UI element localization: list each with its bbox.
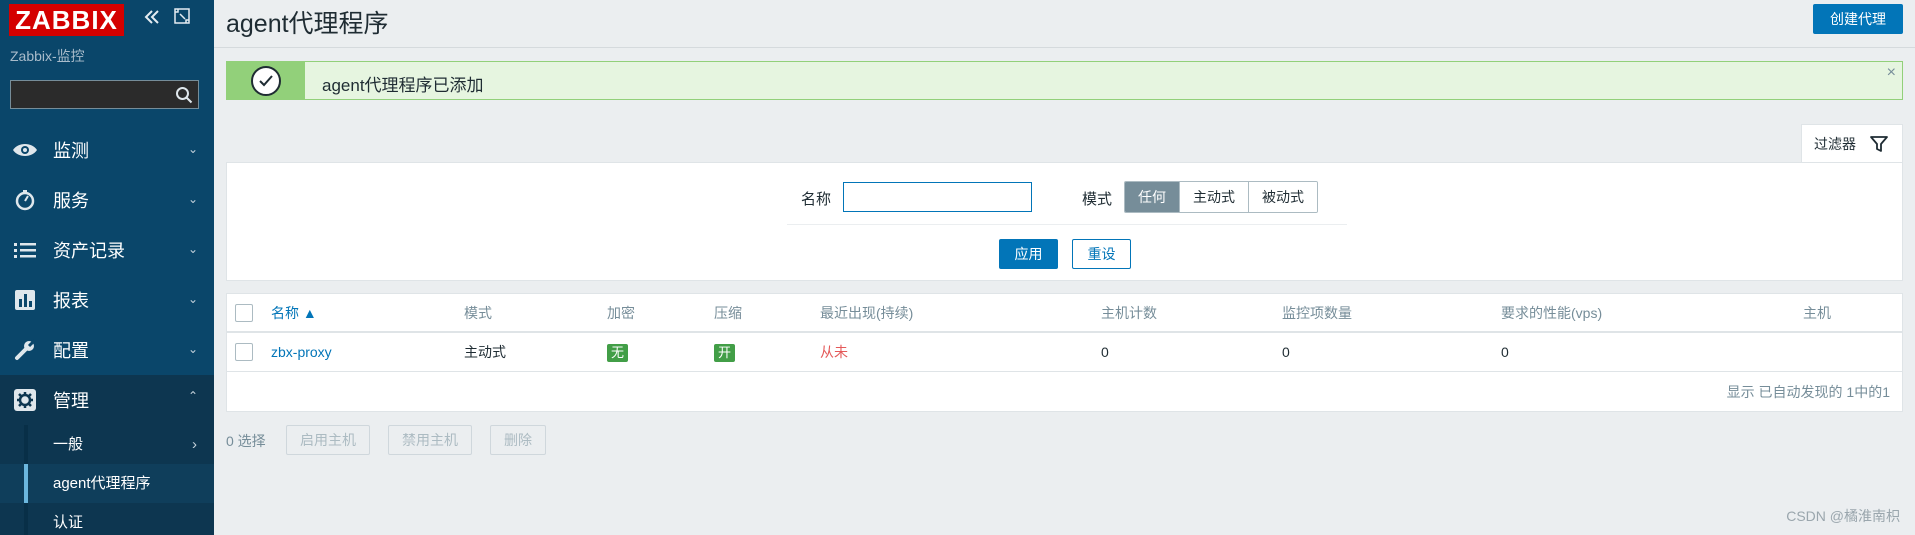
filter-panel: 名称 模式 任何 主动式 被动式 应用 重设 [226,162,1903,281]
administration-submenu: 一般 › agent代理程序 认证 [0,425,214,535]
menu-item-label: 报表 [53,291,89,311]
mode-option-any[interactable]: 任何 [1125,182,1180,212]
column-header-required-performance: 要求的性能(vps) [1501,305,1603,321]
reset-button[interactable]: 重设 [1072,239,1131,269]
kiosk-mode-icon[interactable] [174,8,190,27]
success-message: agent代理程序已添加 × [226,61,1903,100]
gear-icon [12,387,38,413]
menu-item-services[interactable]: 服务 ⌄ [0,175,214,225]
table-row: zbx-proxy 主动式 无 开 从未 0 0 0 [227,333,1902,372]
chevron-down-icon: ⌄ [187,242,198,256]
mode-option-passive[interactable]: 被动式 [1249,182,1317,212]
zabbix-logo[interactable]: ZABBIX [9,4,124,36]
name-filter-input[interactable] [843,182,1032,212]
chevron-down-icon: ⌄ [187,192,198,206]
column-header-hosts: 主机 [1803,305,1831,321]
filter-tab[interactable]: 过滤器 [1801,124,1903,163]
menu-item-reports[interactable]: 报表 ⌄ [0,275,214,325]
encryption-badge: 无 [607,344,629,363]
required-performance-value: 0 [1501,344,1509,360]
filter-divider [787,224,1347,225]
stopwatch-icon [12,187,38,213]
row-checkbox[interactable] [235,343,253,361]
close-icon[interactable]: × [1887,64,1896,82]
watermark: CSDN @橘淮南枳 [1786,508,1900,524]
eye-icon [12,137,38,163]
chevron-down-icon: ⌄ [187,292,198,306]
menu-item-label: 监测 [53,141,89,161]
proxies-table: 名称 ▲ 模式 加密 压缩 最近出现(持续) 主机计数 监控项数量 要求的性能(… [226,293,1903,412]
mode-segmented-control: 任何 主动式 被动式 [1124,181,1318,213]
server-name: Zabbix-监控 [10,48,85,64]
column-header-host-count: 主机计数 [1101,305,1157,321]
column-header-encryption: 加密 [607,305,635,321]
submenu-item-label: 认证 [53,514,84,531]
name-label: 名称 [801,191,832,208]
item-count-value: 0 [1282,344,1290,360]
menu-item-label: 管理 [53,391,89,411]
main-menu: 监测 ⌄ 服务 ⌄ 资产记录 ⌄ 报表 ⌄ 配置 ⌄ 管理 ⌃ [0,125,214,425]
create-proxy-button[interactable]: 创建代理 [1813,4,1903,34]
submenu-item-general[interactable]: 一般 › [0,425,214,464]
column-header-name[interactable]: 名称 ▲ [271,294,317,333]
delete-button[interactable]: 删除 [490,425,546,455]
menu-item-label: 服务 [53,191,89,211]
mode-label: 模式 [1082,191,1113,208]
page-title: agent代理程序 [226,10,389,38]
last-seen-value: 从未 [820,344,848,360]
column-header-compression: 压缩 [714,305,742,321]
compression-cell: 开 [714,333,736,372]
menu-item-label: 配置 [53,341,89,361]
selected-count: 0 选择 [226,433,266,449]
encryption-cell: 无 [607,333,629,372]
column-header-mode: 模式 [464,305,492,321]
enable-hosts-button[interactable]: 启用主机 [286,425,370,455]
column-header-last-seen: 最近出现(持续) [820,305,914,321]
chevron-right-icon: › [192,436,197,453]
funnel-icon [1869,134,1889,154]
sidebar-search-input[interactable] [10,80,199,109]
table-paging-summary: 显示 已自动发现的 1中的1 [1726,384,1890,400]
filter-tab-label: 过滤器 [1814,136,1856,152]
menu-item-label: 资产记录 [53,241,125,261]
chevron-down-icon: ⌄ [187,342,198,356]
wrench-icon [12,337,38,363]
chevron-down-icon: ⌄ [187,142,198,156]
message-text: agent代理程序已添加 [322,76,484,95]
chevron-up-icon: ⌃ [187,389,198,403]
menu-item-inventory[interactable]: 资产记录 ⌄ [0,225,214,275]
checkmark-icon [251,65,281,96]
disable-hosts-button[interactable]: 禁用主机 [388,425,472,455]
host-count-value: 0 [1101,344,1109,360]
compression-badge: 开 [714,344,736,363]
sidebar: ZABBIX Zabbix-监控 监测 ⌄ 服务 ⌄ 资产记录 ⌄ 报表 ⌄ 配… [0,0,214,535]
proxy-mode: 主动式 [464,344,506,360]
message-icon-box [227,62,305,99]
submenu-item-label: 一般 [53,436,84,453]
header-divider [214,47,1915,48]
submenu-item-proxies[interactable]: agent代理程序 [0,464,214,503]
submenu-item-label: agent代理程序 [53,475,151,492]
menu-item-administration[interactable]: 管理 ⌃ [0,375,214,425]
menu-item-configuration[interactable]: 配置 ⌄ [0,325,214,375]
menu-item-monitoring[interactable]: 监测 ⌄ [0,125,214,175]
apply-button[interactable]: 应用 [999,239,1058,269]
search-icon[interactable] [175,86,193,104]
collapse-sidebar-icon[interactable] [143,8,161,29]
list-icon [12,237,38,263]
submenu-item-authentication[interactable]: 认证 [0,503,214,535]
bar-chart-icon [12,287,38,313]
select-all-checkbox[interactable] [235,304,253,322]
column-header-item-count: 监控项数量 [1282,305,1352,321]
proxy-name-link[interactable]: zbx-proxy [271,333,332,372]
table-header-row: 名称 ▲ 模式 加密 压缩 最近出现(持续) 主机计数 监控项数量 要求的性能(… [227,294,1902,333]
mode-option-active[interactable]: 主动式 [1180,182,1249,212]
